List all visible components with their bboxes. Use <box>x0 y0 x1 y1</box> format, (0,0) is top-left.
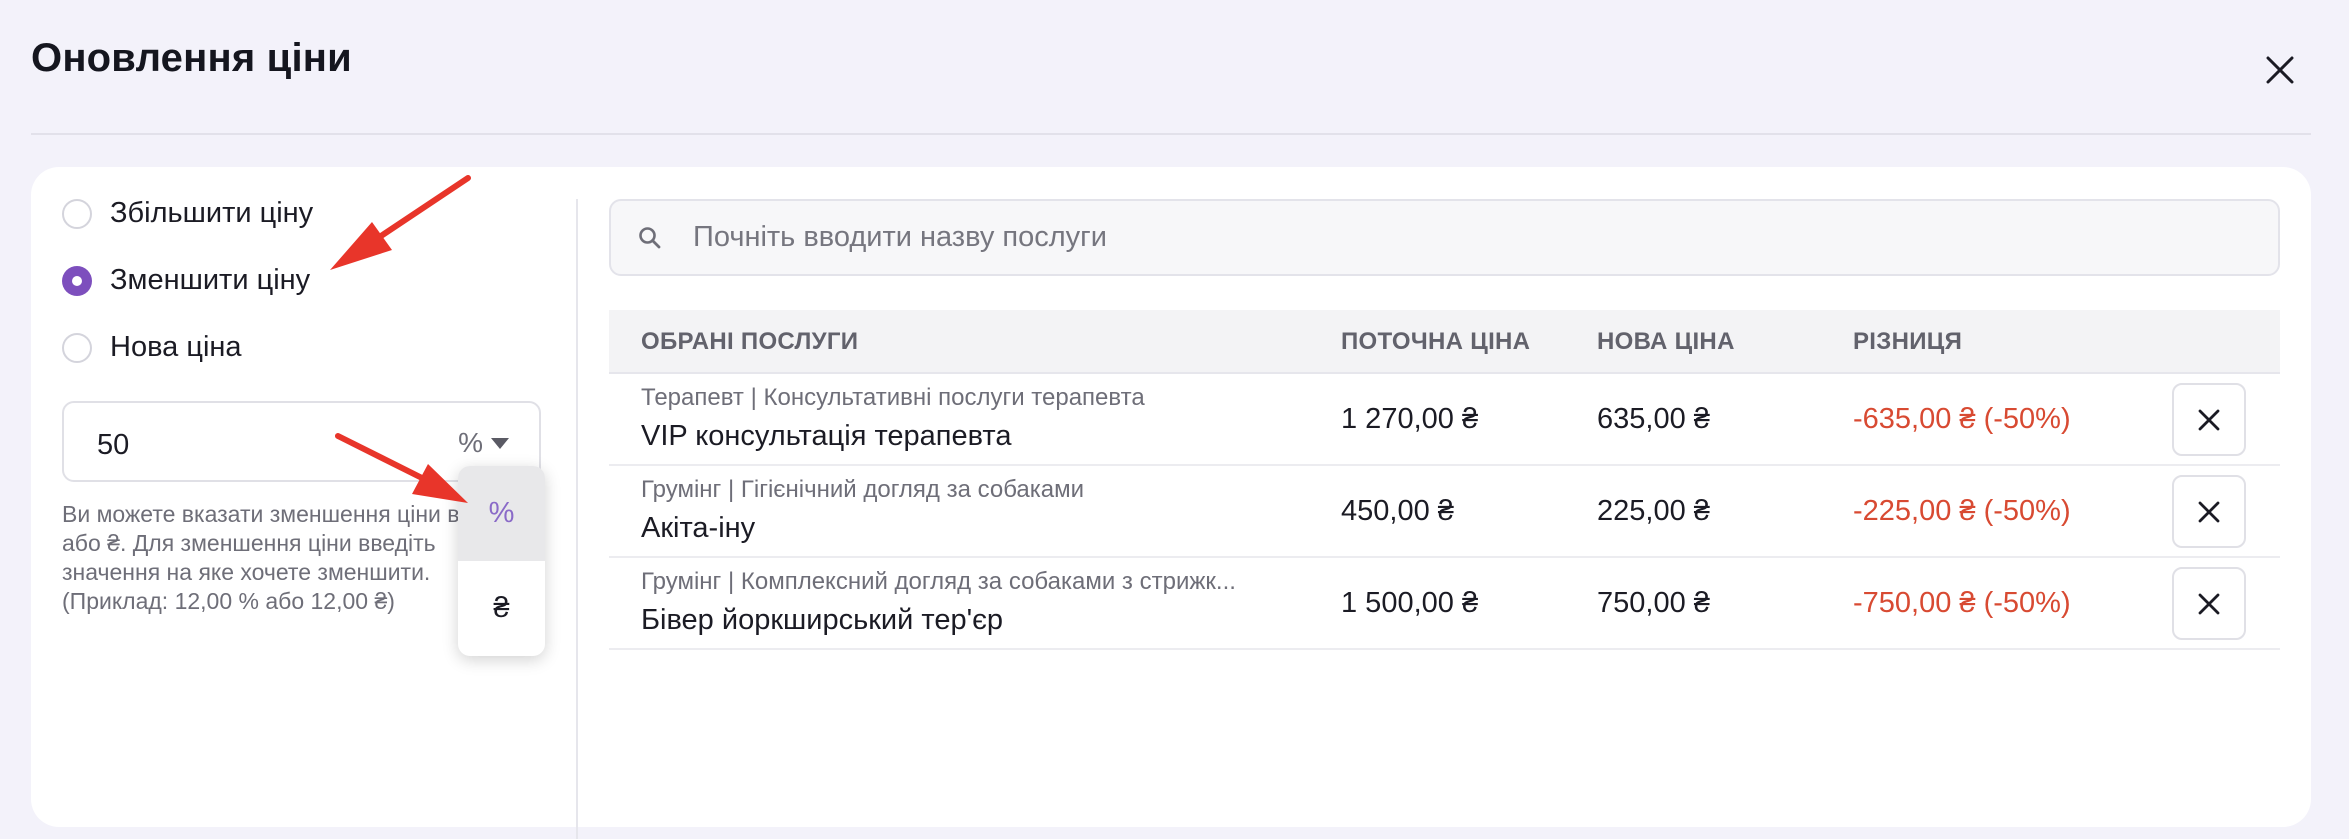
search-input[interactable] <box>691 220 2278 255</box>
modal-body: Збільшити ціну Зменшити ціну Нова ціна 5… <box>31 167 2311 839</box>
service-name: Бівер йоркширський тер'єр <box>641 604 1004 636</box>
table-row: Грумінг | Комплексний догляд за собаками… <box>609 558 2280 650</box>
caret-down-icon <box>491 437 509 449</box>
option-new-price-label: Нова ціна <box>110 331 242 363</box>
service-search[interactable] <box>609 199 2280 276</box>
amount-value[interactable]: 50 <box>97 429 129 462</box>
new-price: 635,00 ₴ <box>1597 403 1710 435</box>
new-price: 750,00 ₴ <box>1597 587 1710 619</box>
option-decrease[interactable]: Зменшити ціну <box>62 264 310 297</box>
unit-option-hryvnia[interactable]: ₴ <box>458 561 545 656</box>
service-category: Грумінг | Комплексний догляд за собаками… <box>641 568 1236 595</box>
price-difference: -635,00 ₴ (-50%) <box>1853 403 2071 435</box>
option-increase-label: Збільшити ціну <box>110 197 314 229</box>
unit-select-value: % <box>458 427 483 458</box>
close-icon[interactable] <box>2262 52 2298 88</box>
price-difference: -750,00 ₴ (-50%) <box>1853 587 2071 619</box>
close-icon <box>2198 501 2220 522</box>
header-new-price: НОВА ЦІНА <box>1597 328 1735 355</box>
service-name: VIP консультація терапевта <box>641 420 1012 452</box>
remove-service-button[interactable] <box>2172 567 2246 640</box>
unit-select[interactable]: % <box>458 427 509 459</box>
close-button[interactable] <box>2262 52 2298 88</box>
modal-title: Оновлення ціни <box>31 36 352 80</box>
option-decrease-label: Зменшити ціну <box>110 264 311 296</box>
current-price: 1 270,00 ₴ <box>1341 403 1479 435</box>
header-divider <box>31 133 2311 135</box>
close-icon <box>2198 409 2220 430</box>
radio-new-price[interactable] <box>62 332 92 363</box>
header-current-price: ПОТОЧНА ЦІНА <box>1341 328 1531 355</box>
radio-increase[interactable] <box>62 198 92 229</box>
option-increase[interactable]: Збільшити ціну <box>62 197 313 230</box>
unit-dropdown-menu: % ₴ <box>458 466 545 656</box>
radio-decrease[interactable] <box>62 265 92 296</box>
table-row: Грумінг | Гігієнічний догляд за собаками… <box>609 466 2280 558</box>
table-row: Терапевт | Консультативні послуги терапе… <box>609 374 2280 466</box>
column-divider <box>576 199 578 839</box>
service-category: Терапевт | Консультативні послуги терапе… <box>641 384 1145 411</box>
service-name: Акіта-іну <box>641 512 756 544</box>
close-icon <box>2198 593 2220 614</box>
price-difference: -225,00 ₴ (-50%) <box>1853 495 2071 527</box>
current-price: 1 500,00 ₴ <box>1341 587 1479 619</box>
new-price: 225,00 ₴ <box>1597 495 1710 527</box>
current-price: 450,00 ₴ <box>1341 495 1454 527</box>
table-header: ОБРАНІ ПОСЛУГИ ПОТОЧНА ЦІНА НОВА ЦІНА РІ… <box>609 310 2280 374</box>
help-text: Ви можете вказати зменшення ціни в % або… <box>62 501 487 614</box>
search-icon <box>639 226 661 248</box>
remove-service-button[interactable] <box>2172 475 2246 548</box>
option-new-price[interactable]: Нова ціна <box>62 331 242 364</box>
header-services: ОБРАНІ ПОСЛУГИ <box>641 328 859 355</box>
remove-service-button[interactable] <box>2172 383 2246 456</box>
unit-option-percent[interactable]: % <box>458 466 545 561</box>
service-category: Грумінг | Гігієнічний догляд за собаками <box>641 476 1085 503</box>
header-difference: РІЗНИЦЯ <box>1853 328 1963 355</box>
